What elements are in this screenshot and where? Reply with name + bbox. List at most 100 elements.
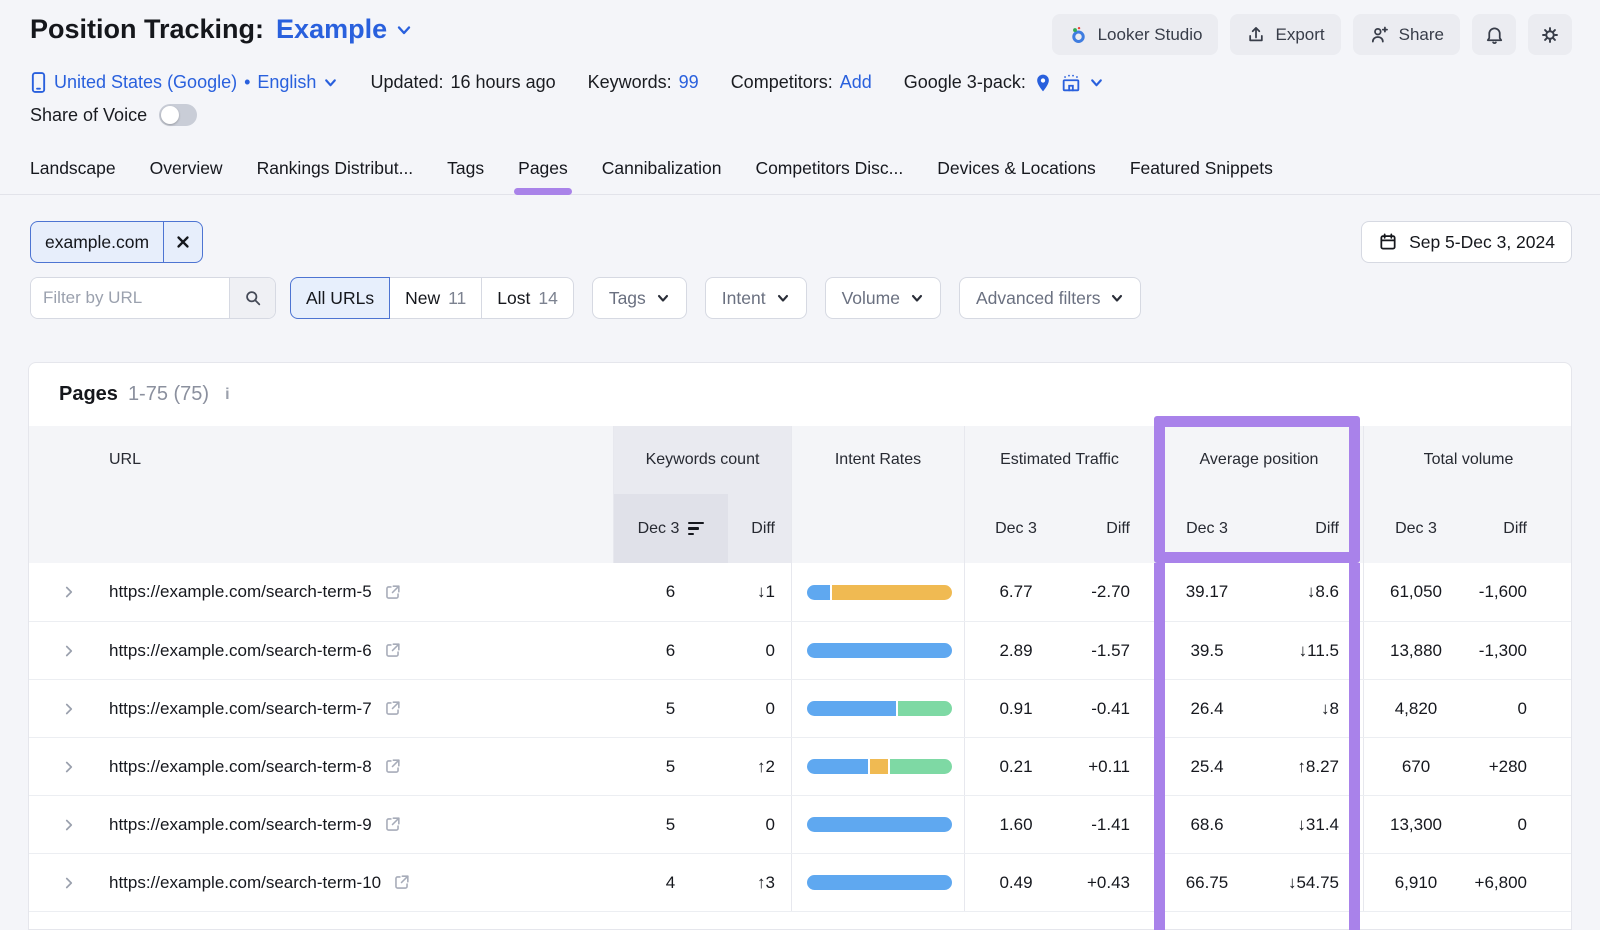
- keywords-diff-value: ↓1: [728, 563, 791, 621]
- table-header: Pages 1-75 (75) i: [29, 363, 1571, 426]
- page-url[interactable]: https://example.com/search-term-7: [109, 699, 372, 719]
- keywords-label: Keywords:: [588, 72, 672, 93]
- expand-row-button[interactable]: [29, 854, 109, 911]
- avg-position-diff-value: ↓54.75: [1259, 854, 1363, 911]
- date-range-picker[interactable]: Sep 5-Dec 3, 2024: [1361, 221, 1572, 263]
- external-link-icon[interactable]: [383, 699, 402, 718]
- tab-competitors-discovery[interactable]: Competitors Disc...: [755, 152, 903, 194]
- avg-position-value: 68.6: [1154, 796, 1259, 853]
- expand-row-button[interactable]: [29, 563, 109, 621]
- column-estimated-traffic[interactable]: Estimated Traffic: [964, 426, 1154, 494]
- share-button[interactable]: Share: [1353, 14, 1460, 55]
- intent-rates-bar: [807, 875, 952, 890]
- tab-rankings-distribution[interactable]: Rankings Distribut...: [257, 152, 414, 194]
- segment-all-urls[interactable]: All URLs: [290, 277, 390, 319]
- tab-devices-locations[interactable]: Devices & Locations: [937, 152, 1096, 194]
- external-link-icon[interactable]: [392, 873, 411, 892]
- url-status-segmented-control: All URLs New11 Lost14: [290, 277, 574, 319]
- traffic-date-header[interactable]: Dec 3: [964, 494, 1067, 563]
- expand-row-button[interactable]: [29, 796, 109, 853]
- volume-dropdown[interactable]: Volume: [825, 277, 941, 319]
- meta-row: United States (Google) • English Updated…: [0, 55, 1600, 94]
- avg-position-value: 39.17: [1154, 563, 1259, 621]
- volume-value: 670: [1363, 738, 1468, 795]
- looker-studio-label: Looker Studio: [1098, 25, 1203, 45]
- keywords-count-link[interactable]: 99: [679, 72, 699, 93]
- table-row: https://example.com/search-term-10 4 ↑3 …: [29, 853, 1571, 911]
- remove-domain-chip-button[interactable]: [163, 222, 202, 262]
- avg-position-diff-value: ↓8.6: [1259, 563, 1363, 621]
- column-average-position[interactable]: Average position: [1154, 426, 1363, 494]
- volume-diff-value: -1,300: [1468, 622, 1572, 679]
- tab-cannibalization[interactable]: Cannibalization: [602, 152, 722, 194]
- page-url[interactable]: https://example.com/search-term-9: [109, 815, 372, 835]
- info-icon[interactable]: i: [225, 386, 229, 404]
- volume-value: 6,910: [1363, 854, 1468, 911]
- intent-dropdown[interactable]: Intent: [705, 277, 807, 319]
- competitors-add-link[interactable]: Add: [840, 72, 872, 93]
- new-count-badge: 11: [448, 288, 466, 309]
- external-link-icon[interactable]: [383, 757, 402, 776]
- search-button[interactable]: [229, 278, 275, 318]
- tab-overview[interactable]: Overview: [150, 152, 223, 194]
- competitors: Competitors: Add: [731, 72, 872, 93]
- position-date-header[interactable]: Dec 3: [1154, 494, 1259, 563]
- lost-count-badge: 14: [538, 288, 557, 309]
- column-intent-rates[interactable]: Intent Rates: [791, 426, 964, 494]
- keywords-diff-header[interactable]: Diff: [728, 494, 791, 563]
- keywords-count-value: 6: [613, 563, 728, 621]
- external-link-icon[interactable]: [383, 641, 402, 660]
- notifications-button[interactable]: [1472, 14, 1516, 55]
- sort-by-date-header[interactable]: Dec 3: [613, 494, 728, 563]
- language-label: English: [257, 72, 316, 93]
- page-url[interactable]: https://example.com/search-term-10: [109, 873, 381, 893]
- volume-diff-value: 0: [1468, 796, 1572, 853]
- locale-selector[interactable]: United States (Google) • English: [30, 71, 338, 94]
- share-of-voice-toggle[interactable]: [159, 104, 197, 126]
- traffic-value: 0.91: [964, 680, 1067, 737]
- expand-row-button[interactable]: [29, 680, 109, 737]
- tab-landscape[interactable]: Landscape: [30, 152, 116, 194]
- avg-position-diff-value: ↓11.5: [1259, 622, 1363, 679]
- segment-new[interactable]: New11: [389, 277, 482, 319]
- volume-date-header[interactable]: Dec 3: [1363, 494, 1468, 563]
- active-tab-indicator: [514, 188, 572, 195]
- google-3-pack[interactable]: Google 3-pack:: [904, 72, 1104, 94]
- keywords-count-value: 6: [613, 622, 728, 679]
- tab-tags[interactable]: Tags: [447, 152, 484, 194]
- intent-rates-bar: [807, 759, 952, 774]
- date-range-label: Sep 5-Dec 3, 2024: [1409, 232, 1555, 253]
- chevron-down-icon: [323, 75, 338, 90]
- tab-pages[interactable]: Pages: [518, 152, 568, 194]
- page-url[interactable]: https://example.com/search-term-5: [109, 582, 372, 602]
- page-url[interactable]: https://example.com/search-term-8: [109, 757, 372, 777]
- volume-diff-value: +6,800: [1468, 854, 1572, 911]
- project-selector[interactable]: Example: [276, 14, 413, 45]
- external-link-icon[interactable]: [383, 815, 402, 834]
- tags-dropdown[interactable]: Tags: [592, 277, 687, 319]
- export-button[interactable]: Export: [1230, 14, 1340, 55]
- url-filter-input[interactable]: [31, 278, 229, 318]
- tab-featured-snippets[interactable]: Featured Snippets: [1130, 152, 1273, 194]
- column-keywords-count[interactable]: Keywords count: [613, 426, 791, 494]
- table-row: https://example.com/search-term-6 6 0 2.…: [29, 621, 1571, 679]
- volume-value: 13,300: [1363, 796, 1468, 853]
- looker-studio-button[interactable]: Looker Studio: [1052, 14, 1219, 55]
- position-diff-header[interactable]: Diff: [1259, 494, 1363, 563]
- report-tabs: Landscape Overview Rankings Distribut...…: [0, 152, 1600, 195]
- expand-row-button[interactable]: [29, 738, 109, 795]
- segment-lost[interactable]: Lost14: [481, 277, 574, 319]
- column-total-volume[interactable]: Total volume: [1363, 426, 1572, 494]
- volume-diff-header[interactable]: Diff: [1468, 494, 1572, 563]
- page-url[interactable]: https://example.com/search-term-6: [109, 641, 372, 661]
- settings-button[interactable]: [1528, 14, 1572, 55]
- google-3-pack-label: Google 3-pack:: [904, 72, 1026, 93]
- external-link-icon[interactable]: [383, 583, 402, 602]
- column-url[interactable]: URL: [29, 426, 613, 494]
- advanced-filters-dropdown[interactable]: Advanced filters: [959, 277, 1142, 319]
- traffic-diff-header[interactable]: Diff: [1067, 494, 1154, 563]
- avg-position-diff-value: ↑8.27: [1259, 738, 1363, 795]
- page-title: Position Tracking:: [30, 14, 264, 45]
- volume-value: 4,820: [1363, 680, 1468, 737]
- expand-row-button[interactable]: [29, 622, 109, 679]
